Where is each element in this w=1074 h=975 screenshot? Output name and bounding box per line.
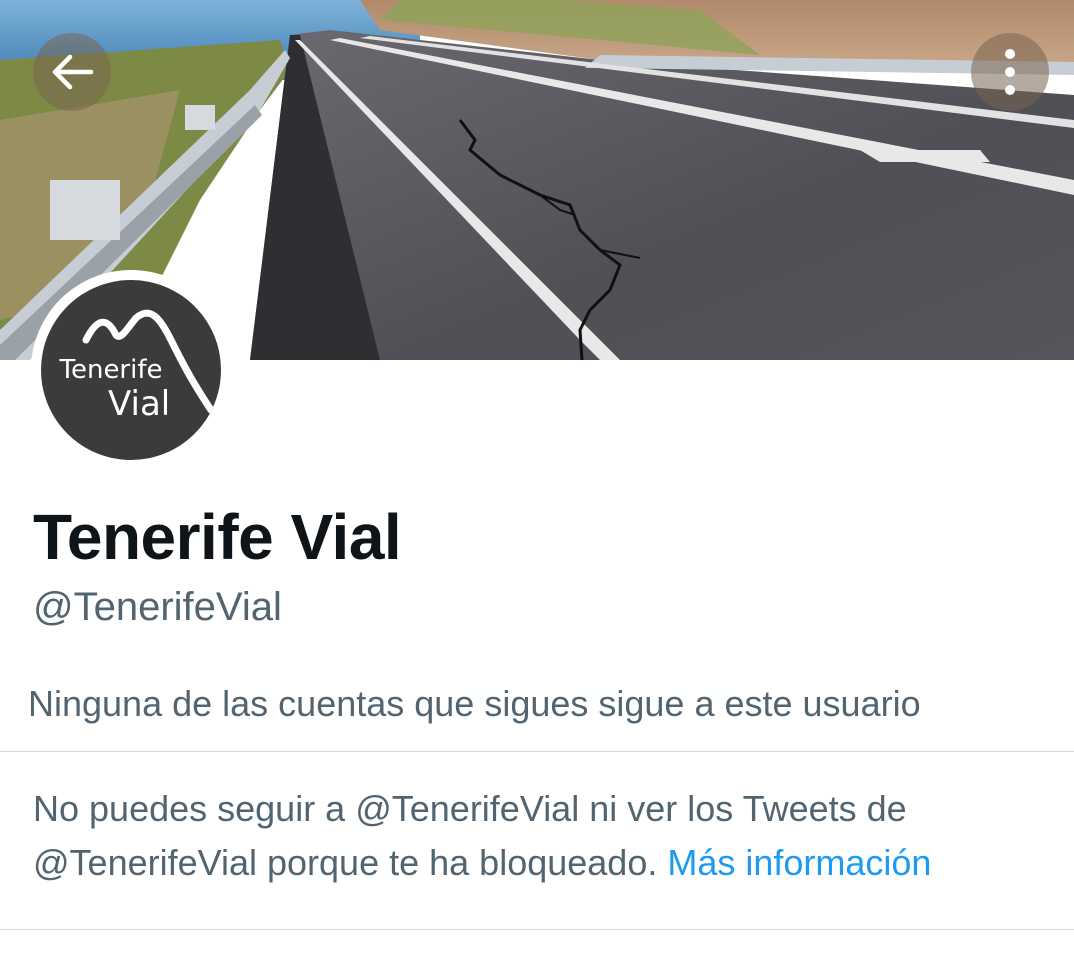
- display-name: Tenerife Vial: [33, 501, 402, 573]
- back-button[interactable]: [33, 33, 111, 111]
- avatar[interactable]: Tenerife Vial: [31, 270, 231, 470]
- followers-you-know-text: Ninguna de las cuentas que sigues sigue …: [28, 683, 921, 724]
- arrow-left-icon: [52, 54, 94, 90]
- more-info-link[interactable]: Más información: [667, 842, 931, 883]
- logo-text-line1: Tenerife: [59, 355, 163, 385]
- more-vertical-icon: [1005, 49, 1015, 95]
- divider: [0, 751, 1074, 752]
- avatar-logo: Tenerife Vial: [41, 280, 221, 460]
- more-options-button[interactable]: [971, 33, 1049, 111]
- user-handle: @TenerifeVial: [33, 585, 282, 629]
- blocked-notice: No puedes seguir a @TenerifeVial ni ver …: [33, 782, 1043, 890]
- divider: [0, 929, 1074, 930]
- logo-text-line2: Vial: [108, 384, 171, 424]
